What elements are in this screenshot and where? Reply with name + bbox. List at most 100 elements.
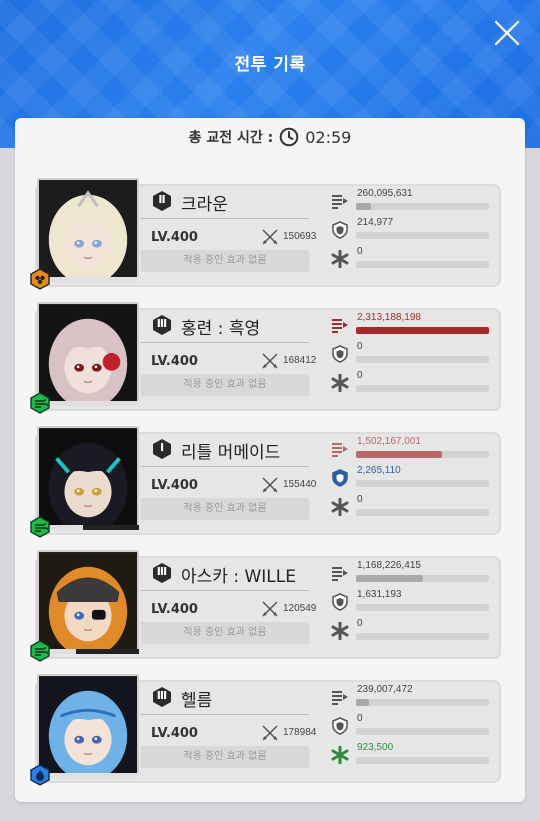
element-badge bbox=[29, 764, 51, 786]
shield-bar-track bbox=[356, 728, 489, 735]
combat-power: 150693 bbox=[283, 231, 317, 242]
combat-power-icon bbox=[262, 229, 278, 245]
damage-bar-fill bbox=[356, 451, 443, 458]
shield-stat: 2,265,110 bbox=[331, 463, 493, 489]
burst-level: Ⅰ bbox=[159, 442, 165, 454]
combat-power: 178984 bbox=[283, 727, 317, 738]
combat-power: 155440 bbox=[283, 479, 317, 490]
wind-class-icon bbox=[30, 640, 50, 662]
damage-bar-fill bbox=[356, 699, 370, 706]
divider bbox=[141, 342, 309, 343]
shield-value: 2,265,110 bbox=[357, 465, 401, 476]
wind-class-icon bbox=[30, 516, 50, 538]
shield-value: 1,631,193 bbox=[357, 589, 402, 600]
character-name: 헬름 bbox=[181, 691, 213, 711]
combat-power: 168412 bbox=[283, 355, 317, 366]
burst-level: Ⅱ bbox=[158, 194, 166, 206]
shield-icon bbox=[332, 469, 348, 487]
character-level: LV.400 bbox=[151, 354, 198, 369]
damage-stat: 1,502,167,001 bbox=[331, 434, 493, 460]
damage-bar-fill bbox=[356, 327, 489, 334]
character-level: LV.400 bbox=[151, 478, 198, 493]
heal-value: 0 bbox=[357, 246, 363, 257]
shield-icon bbox=[332, 345, 348, 363]
character-portrait-art bbox=[39, 429, 137, 528]
heal-icon bbox=[331, 745, 349, 765]
total-time-value: 02:59 bbox=[305, 127, 352, 147]
character-portrait[interactable] bbox=[37, 426, 139, 530]
heal-stat: 0 bbox=[331, 616, 493, 642]
heal-stat: 0 bbox=[331, 368, 493, 394]
shield-stat: 1,631,193 bbox=[331, 587, 493, 613]
combat-power: 120549 bbox=[283, 603, 317, 614]
damage-bar-track bbox=[356, 575, 489, 582]
close-icon bbox=[494, 20, 520, 46]
effect-status: 적용 중인 효과 없음 bbox=[141, 498, 309, 520]
character-portrait[interactable] bbox=[37, 178, 139, 282]
shield-bar-track bbox=[356, 604, 489, 611]
damage-value: 2,313,188,198 bbox=[357, 312, 421, 323]
heal-icon bbox=[331, 497, 349, 517]
heal-icon bbox=[331, 373, 349, 393]
heal-value: 0 bbox=[357, 494, 363, 505]
shield-bar-track bbox=[356, 356, 489, 363]
damage-bar-track bbox=[356, 699, 489, 706]
heal-stat: 0 bbox=[331, 492, 493, 518]
character-level: LV.400 bbox=[151, 726, 198, 741]
shield-stat: 0 bbox=[331, 339, 493, 365]
character-record-row[interactable]: Ⅰ 리틀 머메이드 LV.400 155440 적용 중인 효과 없음 1,50… bbox=[30, 426, 503, 538]
shield-value: 0 bbox=[357, 713, 363, 724]
divider bbox=[141, 218, 309, 219]
heal-value: 0 bbox=[357, 370, 363, 381]
combat-power-icon bbox=[262, 477, 278, 493]
damage-stat: 239,007,472 bbox=[331, 682, 493, 708]
page-title: 전투 기록 bbox=[234, 55, 306, 75]
character-portrait[interactable] bbox=[37, 674, 139, 778]
shield-stat: 214,977 bbox=[331, 215, 493, 241]
shield-value: 0 bbox=[357, 341, 363, 352]
character-portrait-art bbox=[39, 305, 137, 404]
character-record-row[interactable]: Ⅲ 헬름 LV.400 178984 적용 중인 효과 없음 239,007,4… bbox=[30, 674, 503, 786]
damage-stat: 2,313,188,198 bbox=[331, 310, 493, 336]
heal-bar-track bbox=[356, 509, 489, 516]
total-combat-time: 총 교전 시간 : 02:59 bbox=[15, 127, 525, 147]
heal-value: 0 bbox=[357, 618, 363, 629]
shield-icon bbox=[332, 221, 348, 239]
character-record-row[interactable]: Ⅲ 아스카 : WILLE LV.400 120549 적용 중인 효과 없음 … bbox=[30, 550, 503, 662]
hp-bar bbox=[37, 649, 139, 654]
heal-bar-track bbox=[356, 757, 489, 764]
shield-icon bbox=[332, 593, 348, 611]
character-record-row[interactable]: Ⅱ 크라운 LV.400 150693 적용 중인 효과 없음 260,095,… bbox=[30, 178, 503, 290]
character-level: LV.400 bbox=[151, 602, 198, 617]
damage-bar-track bbox=[356, 327, 489, 334]
character-name: 아스카 : WILLE bbox=[181, 567, 296, 587]
heal-stat: 0 bbox=[331, 244, 493, 270]
damage-bar-fill bbox=[356, 203, 371, 210]
heal-stat: 923,500 bbox=[331, 740, 493, 766]
heal-icon bbox=[331, 249, 349, 269]
heal-bar-track bbox=[356, 633, 489, 640]
character-portrait-art bbox=[39, 553, 137, 652]
damage-value: 1,168,226,415 bbox=[357, 560, 421, 571]
effect-status: 적용 중인 효과 없음 bbox=[141, 374, 309, 396]
shield-bar-track bbox=[356, 480, 489, 487]
character-portrait[interactable] bbox=[37, 302, 139, 406]
combat-power-icon bbox=[262, 725, 278, 741]
heal-bar-track bbox=[356, 385, 489, 392]
hp-bar bbox=[37, 773, 139, 778]
water-class-icon bbox=[30, 764, 50, 786]
burst-level: Ⅲ bbox=[156, 566, 168, 578]
heal-bar-track bbox=[356, 261, 489, 268]
character-record-row[interactable]: Ⅲ 홍련 : 흑영 LV.400 168412 적용 중인 효과 없음 2,31… bbox=[30, 302, 503, 414]
element-badge bbox=[29, 392, 51, 414]
damage-bar-fill bbox=[356, 575, 423, 582]
damage-icon bbox=[332, 195, 348, 209]
effect-status: 적용 중인 효과 없음 bbox=[141, 746, 309, 768]
close-button[interactable] bbox=[494, 20, 520, 46]
defender-class-icon bbox=[30, 268, 50, 290]
combat-power-icon bbox=[262, 353, 278, 369]
damage-bar-track bbox=[356, 451, 489, 458]
damage-value: 260,095,631 bbox=[357, 188, 413, 199]
character-name: 크라운 bbox=[181, 195, 228, 215]
character-portrait[interactable] bbox=[37, 550, 139, 654]
